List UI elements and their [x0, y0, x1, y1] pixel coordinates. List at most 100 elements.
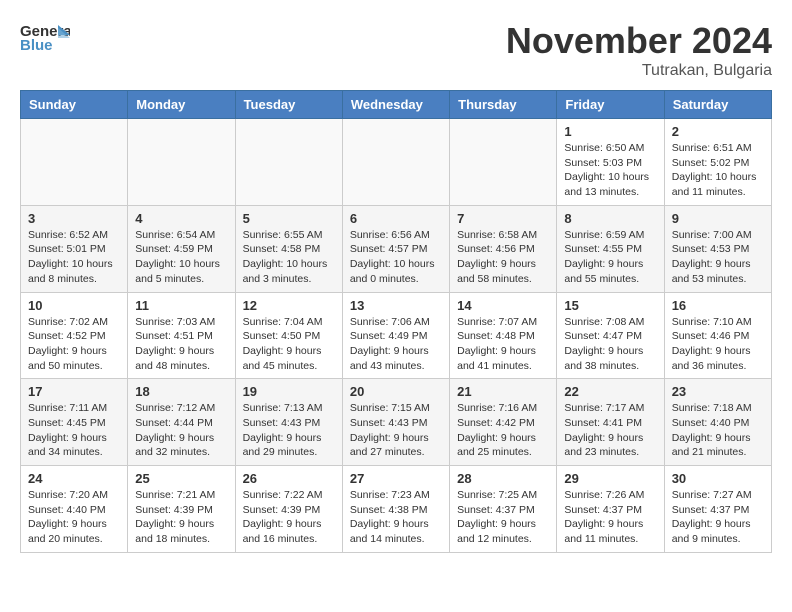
day-info: Sunrise: 6:50 AM Sunset: 5:03 PM Dayligh…: [564, 141, 656, 200]
day-of-week-header: Wednesday: [342, 91, 449, 119]
calendar-cell: 21Sunrise: 7:16 AM Sunset: 4:42 PM Dayli…: [450, 379, 557, 466]
day-number: 11: [135, 298, 227, 313]
location: Tutrakan, Bulgaria: [506, 62, 772, 80]
day-info: Sunrise: 7:08 AM Sunset: 4:47 PM Dayligh…: [564, 315, 656, 374]
day-number: 20: [350, 384, 442, 399]
day-info: Sunrise: 7:03 AM Sunset: 4:51 PM Dayligh…: [135, 315, 227, 374]
day-number: 4: [135, 211, 227, 226]
day-info: Sunrise: 7:27 AM Sunset: 4:37 PM Dayligh…: [672, 488, 764, 547]
day-number: 28: [457, 471, 549, 486]
day-info: Sunrise: 7:17 AM Sunset: 4:41 PM Dayligh…: [564, 401, 656, 460]
calendar-cell: 18 Sunrise: 7:12 AM Sunset: 4:44 PM Dayli…: [128, 379, 235, 466]
day-info: Sunrise: 7:20 AM Sunset: 4:40 PM Dayligh…: [28, 488, 120, 547]
day-info: Sunrise: 7:15 AM Sunset: 4:43 PM Dayligh…: [350, 401, 442, 460]
day-number: 27: [350, 471, 442, 486]
day-info: Sunrise: 7:11 AM Sunset: 4:45 PM Dayligh…: [28, 401, 120, 460]
day-number: 7: [457, 211, 549, 226]
logo: General Blue: [20, 20, 70, 55]
day-info: Sunrise: 7:21 AM Sunset: 4:39 PM Dayligh…: [135, 488, 227, 547]
calendar-cell: 19Sunrise: 7:13 AM Sunset: 4:43 PM Dayli…: [235, 379, 342, 466]
day-number: 18: [135, 384, 227, 399]
day-of-week-header: Monday: [128, 91, 235, 119]
day-of-week-header: Friday: [557, 91, 664, 119]
calendar-cell: [342, 119, 449, 206]
day-info: Sunrise: 7:04 AM Sunset: 4:50 PM Dayligh…: [243, 315, 335, 374]
calendar-cell: [235, 119, 342, 206]
calendar-cell: 12 Sunrise: 7:04 AM Sunset: 4:50 PM Dayli…: [235, 292, 342, 379]
calendar-cell: 26 Sunrise: 7:22 AM Sunset: 4:39 PM Dayli…: [235, 466, 342, 553]
day-info: Sunrise: 7:10 AM Sunset: 4:46 PM Dayligh…: [672, 315, 764, 374]
day-info: Sunrise: 7:26 AM Sunset: 4:37 PM Dayligh…: [564, 488, 656, 547]
calendar-cell: 28Sunrise: 7:25 AM Sunset: 4:37 PM Dayli…: [450, 466, 557, 553]
calendar-cell: 22 Sunrise: 7:17 AM Sunset: 4:41 PM Dayli…: [557, 379, 664, 466]
calendar-week-row: 10Sunrise: 7:02 AM Sunset: 4:52 PM Dayli…: [21, 292, 772, 379]
day-info: Sunrise: 6:58 AM Sunset: 4:56 PM Dayligh…: [457, 228, 549, 287]
day-number: 16: [672, 298, 764, 313]
title-block: November 2024 Tutrakan, Bulgaria: [506, 20, 772, 80]
day-of-week-header: Tuesday: [235, 91, 342, 119]
day-number: 19: [243, 384, 335, 399]
calendar-week-row: 3 Sunrise: 6:52 AM Sunset: 5:01 PM Daylig…: [21, 205, 772, 292]
day-number: 5: [243, 211, 335, 226]
day-info: Sunrise: 7:12 AM Sunset: 4:44 PM Dayligh…: [135, 401, 227, 460]
calendar-week-row: 1 Sunrise: 6:50 AM Sunset: 5:03 PM Daylig…: [21, 119, 772, 206]
svg-text:Blue: Blue: [20, 37, 53, 54]
calendar-cell: 30Sunrise: 7:27 AM Sunset: 4:37 PM Dayli…: [664, 466, 771, 553]
day-info: Sunrise: 7:18 AM Sunset: 4:40 PM Dayligh…: [672, 401, 764, 460]
calendar-week-row: 17 Sunrise: 7:11 AM Sunset: 4:45 PM Dayli…: [21, 379, 772, 466]
day-number: 13: [350, 298, 442, 313]
day-number: 29: [564, 471, 656, 486]
calendar-cell: 11 Sunrise: 7:03 AM Sunset: 4:51 PM Dayli…: [128, 292, 235, 379]
calendar-cell: 2Sunrise: 6:51 AM Sunset: 5:02 PM Daylig…: [664, 119, 771, 206]
day-number: 21: [457, 384, 549, 399]
logo-icon: General Blue: [20, 20, 70, 55]
day-number: 9: [672, 211, 764, 226]
day-of-week-header: Sunday: [21, 91, 128, 119]
calendar-cell: 14 Sunrise: 7:07 AM Sunset: 4:48 PM Dayli…: [450, 292, 557, 379]
calendar-cell: 8Sunrise: 6:59 AM Sunset: 4:55 PM Daylig…: [557, 205, 664, 292]
calendar-week-row: 24 Sunrise: 7:20 AM Sunset: 4:40 PM Dayli…: [21, 466, 772, 553]
day-number: 26: [243, 471, 335, 486]
day-info: Sunrise: 7:00 AM Sunset: 4:53 PM Dayligh…: [672, 228, 764, 287]
day-number: 3: [28, 211, 120, 226]
day-number: 6: [350, 211, 442, 226]
day-number: 17: [28, 384, 120, 399]
day-number: 23: [672, 384, 764, 399]
calendar-header-row: SundayMondayTuesdayWednesdayThursdayFrid…: [21, 91, 772, 119]
day-number: 24: [28, 471, 120, 486]
day-number: 10: [28, 298, 120, 313]
calendar-cell: 20 Sunrise: 7:15 AM Sunset: 4:43 PM Dayli…: [342, 379, 449, 466]
calendar-cell: 24 Sunrise: 7:20 AM Sunset: 4:40 PM Dayli…: [21, 466, 128, 553]
day-of-week-header: Thursday: [450, 91, 557, 119]
calendar-cell: 25 Sunrise: 7:21 AM Sunset: 4:39 PM Dayli…: [128, 466, 235, 553]
calendar-cell: [128, 119, 235, 206]
calendar-cell: 16 Sunrise: 7:10 AM Sunset: 4:46 PM Dayli…: [664, 292, 771, 379]
calendar-cell: [450, 119, 557, 206]
calendar-cell: 23 Sunrise: 7:18 AM Sunset: 4:40 PM Dayli…: [664, 379, 771, 466]
calendar-cell: [21, 119, 128, 206]
calendar-cell: 9 Sunrise: 7:00 AM Sunset: 4:53 PM Daylig…: [664, 205, 771, 292]
day-number: 22: [564, 384, 656, 399]
month-title: November 2024: [506, 20, 772, 62]
day-info: Sunrise: 7:06 AM Sunset: 4:49 PM Dayligh…: [350, 315, 442, 374]
day-info: Sunrise: 7:07 AM Sunset: 4:48 PM Dayligh…: [457, 315, 549, 374]
calendar-cell: 17 Sunrise: 7:11 AM Sunset: 4:45 PM Dayli…: [21, 379, 128, 466]
day-info: Sunrise: 6:52 AM Sunset: 5:01 PM Dayligh…: [28, 228, 120, 287]
day-info: Sunrise: 6:54 AM Sunset: 4:59 PM Dayligh…: [135, 228, 227, 287]
day-info: Sunrise: 6:55 AM Sunset: 4:58 PM Dayligh…: [243, 228, 335, 287]
day-number: 12: [243, 298, 335, 313]
day-number: 25: [135, 471, 227, 486]
calendar-cell: 1 Sunrise: 6:50 AM Sunset: 5:03 PM Daylig…: [557, 119, 664, 206]
day-info: Sunrise: 6:59 AM Sunset: 4:55 PM Dayligh…: [564, 228, 656, 287]
calendar-cell: 3 Sunrise: 6:52 AM Sunset: 5:01 PM Daylig…: [21, 205, 128, 292]
day-number: 14: [457, 298, 549, 313]
day-number: 2: [672, 124, 764, 139]
calendar-cell: 7 Sunrise: 6:58 AM Sunset: 4:56 PM Daylig…: [450, 205, 557, 292]
day-number: 15: [564, 298, 656, 313]
day-number: 1: [564, 124, 656, 139]
calendar-cell: 10Sunrise: 7:02 AM Sunset: 4:52 PM Dayli…: [21, 292, 128, 379]
calendar: SundayMondayTuesdayWednesdayThursdayFrid…: [20, 90, 772, 553]
day-info: Sunrise: 7:22 AM Sunset: 4:39 PM Dayligh…: [243, 488, 335, 547]
calendar-cell: 5 Sunrise: 6:55 AM Sunset: 4:58 PM Daylig…: [235, 205, 342, 292]
calendar-cell: 27Sunrise: 7:23 AM Sunset: 4:38 PM Dayli…: [342, 466, 449, 553]
